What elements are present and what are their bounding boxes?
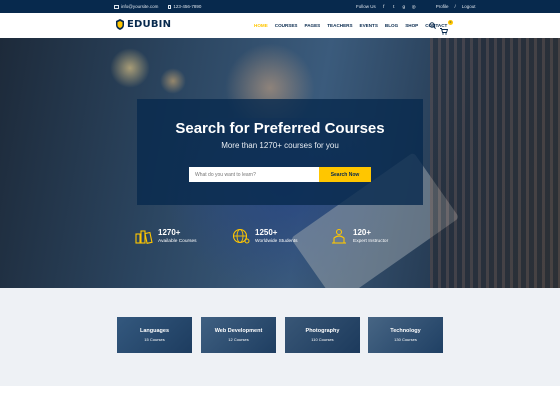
nav-events[interactable]: EVENTS [360, 23, 378, 28]
follow-us-label: Follow Us [356, 4, 376, 9]
search-now-button[interactable]: Search Now [319, 167, 371, 182]
nav-courses[interactable]: COURSES [275, 23, 298, 28]
category-title: Web Development [214, 328, 263, 334]
globe-students-icon [232, 228, 250, 244]
cart-button[interactable]: 0 [440, 20, 453, 35]
stat-number: 1250+ [255, 228, 278, 237]
categories-section: Languages 15 Courses Web Development 12 … [0, 288, 560, 386]
bokeh-light [160, 68, 186, 94]
search-icon[interactable] [429, 22, 436, 29]
logout-link[interactable]: Logout [462, 4, 476, 9]
main-navbar: EDUBIN HOME COURSES PAGES TEACHERS EVENT… [0, 13, 560, 38]
window-blinds [430, 38, 560, 288]
cart-count-badge: 0 [448, 20, 453, 25]
contact-email[interactable]: info@yoursite.com [114, 4, 158, 9]
category-count: 12 Courses [228, 337, 249, 342]
nav-home[interactable]: HOME [254, 23, 268, 28]
instagram-icon[interactable]: ◎ [412, 4, 416, 9]
hero-section: Search for Preferred Courses More than 1… [0, 38, 560, 288]
nav-blog[interactable]: BLOG [385, 23, 398, 28]
contact-phone[interactable]: 123-456-7890 [168, 4, 201, 9]
nav-pages[interactable]: PAGES [305, 23, 321, 28]
stat-label: Available Courses [158, 239, 197, 244]
books-icon [135, 230, 153, 244]
category-title: Technology [390, 328, 421, 334]
logo-shield-icon [116, 19, 124, 30]
category-image [201, 317, 276, 353]
category-count: 110 Courses [311, 337, 334, 342]
category-card-languages[interactable]: Languages 15 Courses [117, 317, 192, 353]
bokeh-light [110, 48, 150, 88]
google-plus-icon[interactable]: g [402, 4, 406, 9]
category-card-web-development[interactable]: Web Development 12 Courses [201, 317, 276, 353]
category-count: 130 Courses [394, 337, 417, 342]
category-title: Photography [305, 328, 340, 334]
nav-menu: HOME COURSES PAGES TEACHERS EVENTS BLOG … [254, 23, 447, 28]
stat-number: 120+ [353, 228, 372, 237]
logo-text: EDUBIN [127, 19, 172, 30]
nav-teachers[interactable]: TEACHERS [327, 23, 352, 28]
phone-icon [168, 4, 172, 9]
category-count: 15 Courses [144, 337, 165, 342]
course-search-form: Search Now [189, 167, 371, 182]
facebook-icon[interactable]: f [382, 4, 386, 9]
category-card-technology[interactable]: Technology 130 Courses [368, 317, 443, 353]
nav-icons: 0 [429, 20, 453, 35]
site-logo[interactable]: EDUBIN [116, 19, 171, 30]
nav-shop[interactable]: SHOP [405, 23, 418, 28]
stat-label: Expert Instructor [353, 239, 389, 244]
category-title: Languages [139, 328, 170, 334]
page-bottom-spacer [0, 386, 560, 420]
category-image [285, 317, 360, 353]
twitter-icon[interactable]: t [392, 4, 396, 9]
mail-icon [114, 4, 119, 9]
separator: / [454, 4, 456, 9]
hero-title: Search for Preferred Courses [175, 120, 385, 137]
category-image [368, 317, 443, 353]
stat-label: Worldwide Students [255, 239, 298, 244]
course-search-input[interactable] [189, 167, 319, 182]
stat-students: 1250+ Worldwide Students [232, 228, 298, 244]
search-panel: Search for Preferred Courses More than 1… [137, 99, 423, 205]
hero-subtitle: More than 1270+ courses for you [221, 141, 339, 150]
top-bar: info@yoursite.com 123-456-7890 Follow Us… [0, 0, 560, 13]
stat-number: 1270+ [158, 228, 181, 237]
profile-link[interactable]: Profile [436, 4, 449, 9]
cart-icon [440, 28, 449, 35]
category-image [117, 317, 192, 353]
stat-courses: 1270+ Available Courses [135, 228, 197, 244]
stat-instructors: 120+ Expert Instructor [330, 228, 388, 244]
instructor-icon [332, 228, 346, 244]
category-card-photography[interactable]: Photography 110 Courses [285, 317, 360, 353]
